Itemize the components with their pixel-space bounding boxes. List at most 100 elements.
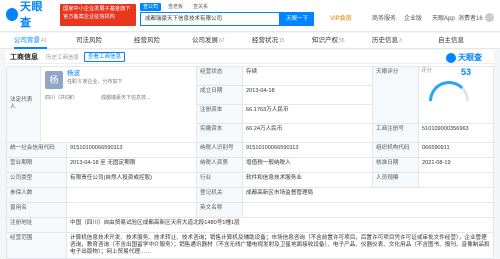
- estdate-value: 2013-04-18: [243, 86, 373, 105]
- tab-count: 41: [41, 38, 47, 44]
- tab-judicial[interactable]: 司法风险: [76, 33, 103, 49]
- staff-value: [419, 173, 494, 188]
- nav-business[interactable]: 商务服务: [372, 13, 396, 22]
- former-name-value: [67, 203, 197, 218]
- taxid-label: 纳税人识别号: [197, 143, 243, 158]
- english-name-label: 英文名称: [197, 203, 243, 218]
- tab-ip[interactable]: 知识产权55: [312, 33, 345, 49]
- tab-label: 历史信息: [372, 37, 398, 44]
- industry-label: 行业: [197, 173, 243, 188]
- legal-rep-region[interactable]: 四川（共6家）: [45, 95, 78, 102]
- regno-value: 510109000356963: [419, 124, 494, 143]
- brand-text: 天眼查: [458, 53, 482, 62]
- score-label: 天眼评分: [373, 67, 419, 124]
- avatar-icon: [484, 13, 494, 22]
- staff-label: 人员规模: [373, 173, 419, 188]
- capital-value: 66.1763万人民币: [243, 105, 373, 124]
- orgcode-label: 组织机构代码: [373, 143, 419, 158]
- tab-development[interactable]: 公司发展67: [192, 33, 225, 49]
- tab-history[interactable]: 历史信息3: [372, 33, 402, 49]
- scope-value: 计算机信息技术开发、技术服务、技术转让、技术咨询；销售计算机及辅助设备；市场信息…: [67, 233, 494, 259]
- logo-eye-icon: [6, 7, 19, 21]
- search-tab-company[interactable]: 查公司: [140, 3, 162, 11]
- legal-rep-avatar[interactable]: 杨: [45, 71, 63, 89]
- qualification-label: 纳税人资质: [197, 158, 243, 173]
- industry-value: 软件和信息技术服务业: [243, 173, 373, 188]
- search-type-tabs: 查公司 查老板 查关系: [140, 3, 211, 11]
- user-name: 消费者16: [458, 16, 483, 22]
- gauge-fill: [429, 81, 469, 101]
- nav-user[interactable]: 消费者16: [458, 13, 494, 22]
- tab-label: 自主信息: [438, 37, 464, 44]
- term-value: 2013-04-18 至 无固定期限: [67, 158, 197, 173]
- legal-rep-sub: 任职 6 家企业，分布如下: [67, 79, 123, 85]
- estdate-label: 成立日期: [197, 86, 243, 105]
- promo-banner[interactable]: 国家中小企业发展子基金旗下 官方备案企业征信机构: [60, 4, 136, 26]
- tab-count: 3: [399, 38, 402, 44]
- scope-label: 经营范围: [7, 233, 67, 259]
- score-value: 53: [461, 67, 472, 77]
- legal-rep-cell: 杨 杨波 任职 6 家企业，分布如下 四川（共6家） 成都瑞豪天下信息技...: [41, 67, 197, 143]
- tab-label: 经营状况: [252, 37, 278, 44]
- tab-label: 公司背景: [14, 37, 40, 44]
- approve-date-value: 2021-08-19: [419, 158, 494, 173]
- tab-self-info[interactable]: 自主信息: [438, 33, 465, 49]
- capital-label: 注册资本: [197, 105, 243, 124]
- type-label: 公司类型: [7, 173, 67, 188]
- taxid-value: 91510100066590113: [243, 143, 373, 158]
- qualification-value: 增值税一般纳税人: [243, 158, 373, 173]
- tab-count: 15: [279, 38, 285, 44]
- brand-eye-icon: [446, 52, 456, 63]
- search-tab-relation[interactable]: 查关系: [190, 3, 211, 11]
- search-tab-boss[interactable]: 查老板: [165, 3, 186, 11]
- business-info-card: 工商信息 历史工商信息 查看工商信息 天眼查 法定代表人 杨 杨波 任职 6 家…: [6, 50, 494, 259]
- status-label: 经营状态: [197, 67, 243, 86]
- insured-value: [67, 188, 197, 203]
- nav-enterprise[interactable]: 企业版: [404, 13, 422, 22]
- banner-line2: 官方备案企业征信机构: [63, 13, 115, 20]
- tab-label: 司法风险: [76, 37, 102, 44]
- tab-count: 55: [339, 38, 345, 44]
- section-header: 工商信息 历史工商信息 查看工商信息 天眼查: [6, 50, 494, 64]
- type-value: 有限责任公司(自然人投资或控股): [67, 173, 197, 188]
- former-name-label: 曾用名: [7, 203, 67, 218]
- view-business-button[interactable]: 查看工商信息: [84, 52, 126, 62]
- search-input[interactable]: 成都瑞豪天下信息技术有限公司: [140, 12, 280, 26]
- tab-label: 知识产权: [312, 37, 338, 44]
- score-gauge[interactable]: 评分 53: [421, 67, 487, 103]
- address-label: 注册地址: [7, 218, 67, 233]
- legal-rep-name[interactable]: 杨波: [67, 70, 80, 77]
- score-caption: 评分: [421, 68, 433, 74]
- paid-capital-value: 66.24万人民币: [243, 124, 373, 143]
- nav-app[interactable]: 天眼App: [432, 13, 455, 22]
- score-cell: 评分 53: [419, 67, 494, 124]
- info-table: 法定代表人 杨 杨波 任职 6 家企业，分布如下 四川（共6家） 成都瑞豪天下信…: [6, 66, 494, 259]
- tab-label: 公司发展: [192, 37, 218, 44]
- status-value: 存续: [243, 67, 373, 86]
- address-value: 中国（四川）自由贸易试验区成都高新区天府大道北段1480号1幢1层: [67, 218, 494, 233]
- search-button[interactable]: 天眼一下: [280, 12, 314, 26]
- tab-label: 经营风险: [134, 37, 160, 44]
- term-label: 营业期限: [7, 158, 67, 173]
- logo-text: 天眼查: [20, 1, 44, 29]
- authority-value: 成都高新区市场监督管理局: [243, 188, 494, 203]
- vip-label: VIP会员: [330, 16, 352, 22]
- tab-operation-status[interactable]: 经营状况15: [252, 33, 285, 49]
- insured-label: 参保人数: [7, 188, 67, 203]
- regno-label: 工商注册号: [373, 124, 419, 143]
- vip-link[interactable]: VIP会员: [330, 13, 352, 22]
- credit-code-value: 91510100066590113: [67, 143, 197, 158]
- tab-background[interactable]: 公司背景41: [14, 33, 47, 49]
- tianyancha-logo[interactable]: 天眼查: [6, 1, 52, 29]
- brand-logo: 天眼查: [446, 52, 482, 63]
- approve-date-label: 核准日期: [373, 158, 419, 173]
- tab-count: 67: [219, 38, 225, 44]
- legal-rep-company[interactable]: 成都瑞豪天下信息技...: [101, 95, 150, 102]
- english-name-value: [243, 203, 494, 218]
- section-title: 工商信息: [10, 54, 38, 61]
- top-bar: 天眼查 国家中小企业发展子基金旗下 官方备案企业征信机构 查公司 查老板 查关系…: [0, 0, 500, 32]
- banner-line1: 国家中小企业发展子基金旗下: [63, 6, 131, 12]
- legal-rep-label: 法定代表人: [7, 67, 41, 143]
- history-link[interactable]: 历史工商信息: [46, 53, 79, 61]
- tab-operation-risk[interactable]: 经营风险: [134, 33, 161, 49]
